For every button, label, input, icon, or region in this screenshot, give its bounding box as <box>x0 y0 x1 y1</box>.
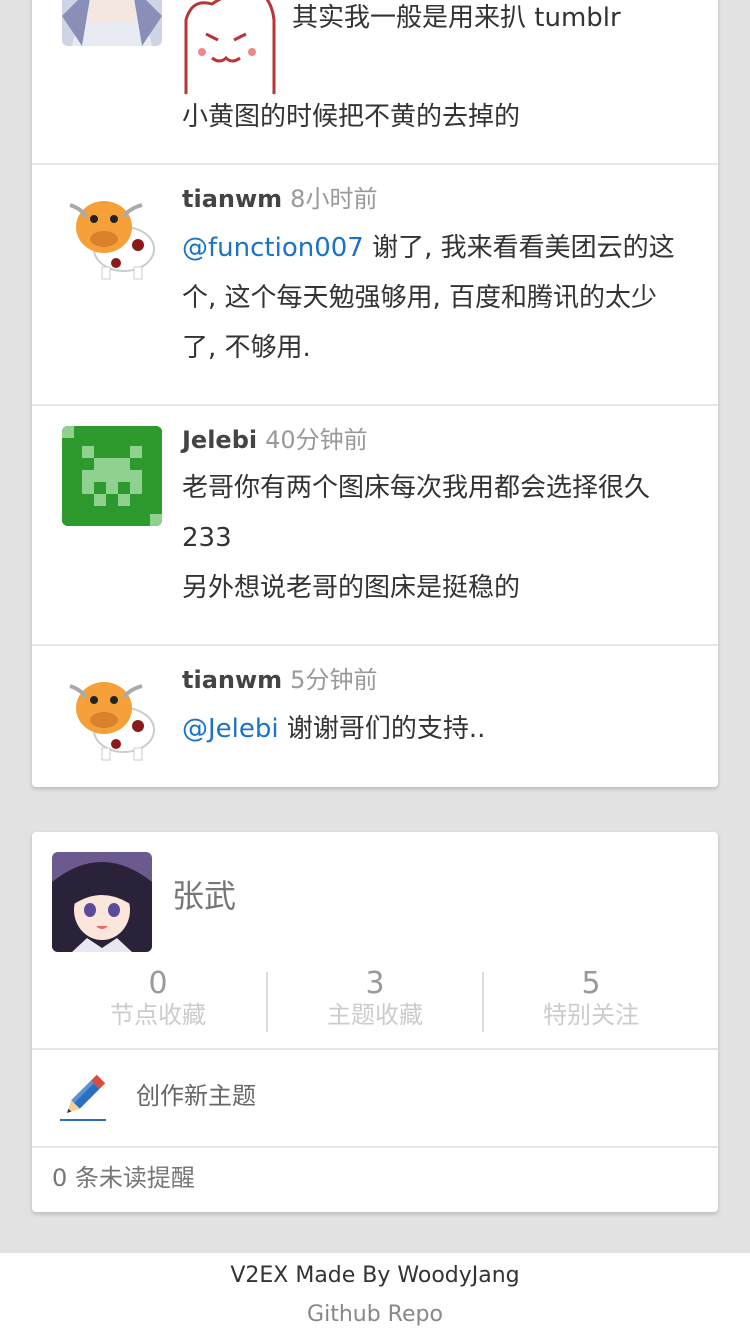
reply-username[interactable]: Jelebi <box>182 426 257 454</box>
new-topic-button[interactable]: 创作新主题 <box>32 1050 718 1146</box>
user-avatar[interactable] <box>62 426 162 526</box>
profile-name[interactable]: 张武 <box>172 876 236 916</box>
stat-value: 5 <box>581 966 601 1001</box>
reply-time: 5分钟前 <box>290 666 378 694</box>
profile-avatar[interactable] <box>52 852 152 952</box>
github-repo-link[interactable]: Github Repo <box>0 1300 750 1330</box>
stat-label: 节点收藏 <box>110 1001 206 1029</box>
stat-topic-favorites[interactable]: 3 主题收藏 <box>267 968 483 1030</box>
mention-link[interactable]: @Jelebi <box>182 714 279 744</box>
stat-value: 3 <box>365 966 385 1001</box>
stat-label: 主题收藏 <box>327 1001 423 1029</box>
stat-following[interactable]: 5 特别关注 <box>483 968 699 1030</box>
reply-username[interactable]: tianwm <box>182 185 282 213</box>
footer-credit: V2EX Made By WoodyJang <box>230 1263 520 1288</box>
reply-content: @Jelebi 谢谢哥们的支持.. <box>182 704 682 754</box>
footer: V2EX Made By WoodyJang Github Repo <box>0 1253 750 1334</box>
girl-avatar-icon <box>52 852 152 952</box>
unread-notifications[interactable]: 0 条未读提醒 <box>52 1162 195 1194</box>
user-avatar[interactable] <box>62 183 162 283</box>
stat-label: 特别关注 <box>543 1001 639 1029</box>
reply-meta: Jelebi 40分钟前 <box>182 420 368 455</box>
reply-meta: tianwm 8小时前 <box>182 179 377 214</box>
user-avatar[interactable] <box>62 0 162 46</box>
reply-text: 谢谢哥们的支持.. <box>278 714 486 744</box>
reply-content-line: 其实我一般是用来扒 tumblr <box>292 3 621 33</box>
reply-item: Jelebi 40分钟前 老哥你有两个图床每次我用都会选择很久 233 另外想说老… <box>32 406 718 646</box>
reply-content-line: 另外想说老哥的图床是挺稳的 <box>182 573 521 603</box>
pencil-icon <box>60 1074 106 1121</box>
reply-list: 其实我一般是用来扒 tumblr 小黄图的时候把不黄的去掉的 tianwm 8小时… <box>32 0 718 787</box>
reply-item: tianwm 5分钟前 @Jelebi 谢谢哥们的支持.. <box>32 646 718 787</box>
stat-node-favorites[interactable]: 0 节点收藏 <box>50 968 266 1030</box>
reply-username[interactable]: tianwm <box>182 666 282 694</box>
reply-time: 40分钟前 <box>265 426 368 454</box>
reply-item: 其实我一般是用来扒 tumblr 小黄图的时候把不黄的去掉的 <box>32 0 718 165</box>
cat-sticker-icon <box>184 0 276 94</box>
mention-link[interactable]: @function007 <box>182 233 364 263</box>
divider <box>32 1146 718 1148</box>
user-profile-card: 张武 0 节点收藏 3 主题收藏 5 特别关注 创作新主题 0 条未读提醒 <box>32 832 718 1212</box>
anime-avatar-icon <box>62 0 162 46</box>
pixel-invader-avatar-icon <box>62 426 162 526</box>
reply-time: 8小时前 <box>290 185 378 213</box>
reply-meta: tianwm 5分钟前 <box>182 660 377 695</box>
new-topic-label: 创作新主题 <box>136 1082 256 1110</box>
cow-avatar-icon <box>62 183 162 283</box>
reply-content: @function007 谢了, 我来看看美团云的这个, 这个每天勉强够用, 百… <box>182 223 682 373</box>
cat-sticker <box>182 0 276 94</box>
reply-content: 小黄图的时候把不黄的去掉的 <box>182 102 521 132</box>
stat-value: 0 <box>148 966 168 1001</box>
reply-content: 老哥你有两个图床每次我用都会选择很久 233 <box>182 473 651 553</box>
user-avatar[interactable] <box>62 664 162 764</box>
reply-item: tianwm 8小时前 @function007 谢了, 我来看看美团云的这个, … <box>32 165 718 406</box>
cow-avatar-icon <box>62 664 162 764</box>
